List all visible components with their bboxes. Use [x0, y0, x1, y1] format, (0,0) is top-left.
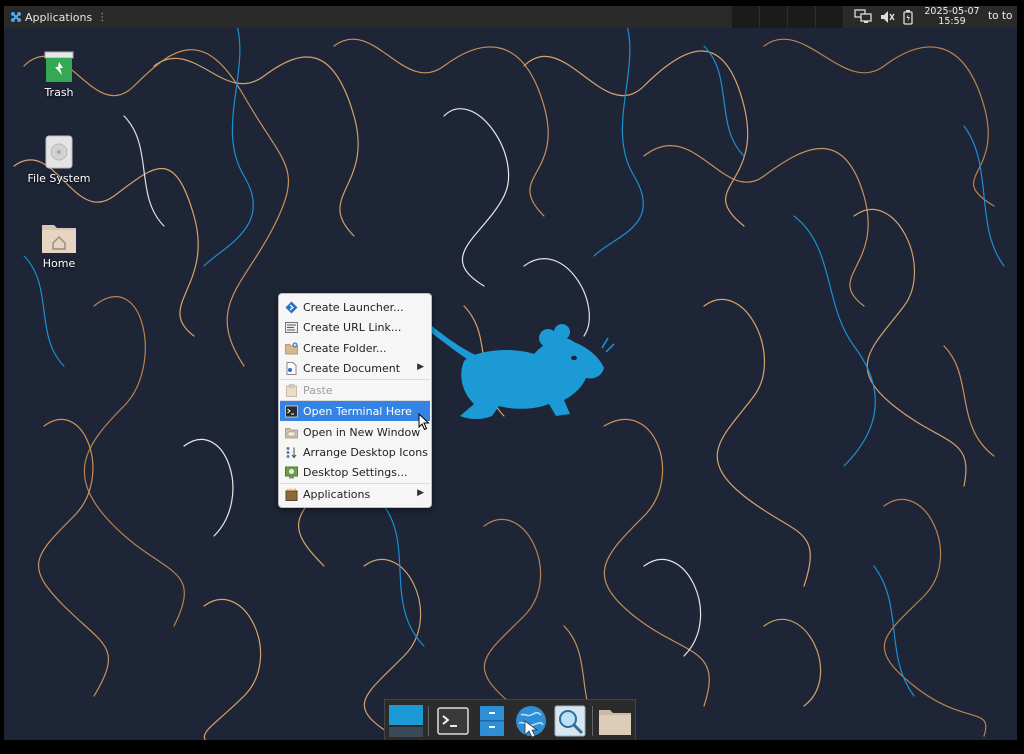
menu-item-open-terminal-here[interactable]: Open Terminal Here	[280, 401, 430, 421]
workspace-switcher[interactable]	[732, 6, 844, 28]
arrange-icon	[286, 446, 297, 458]
workspace-4[interactable]	[816, 6, 844, 28]
menu-item-create-folder[interactable]: Create Folder...	[280, 338, 430, 358]
panel-grip[interactable]: ⋮	[97, 12, 107, 23]
menu-item-open-in-new-window[interactable]: Open in New Window	[280, 422, 430, 442]
desktop-icon-trash[interactable]: Trash	[19, 48, 99, 99]
menu-item-label: Applications	[303, 487, 371, 501]
desktop-screen[interactable]: Applications ⋮ 2025-05-07 15:59 to to Tr…	[4, 6, 1017, 740]
clock-time: 15:59	[938, 16, 966, 27]
bottom-dock	[384, 699, 636, 740]
volume-muted-icon[interactable]	[879, 9, 895, 25]
desktop-settings-icon	[285, 466, 298, 478]
launcher-icon	[285, 301, 298, 313]
dock-separator	[428, 706, 429, 736]
desktop-icon-home[interactable]: Home	[19, 219, 99, 270]
url-link-icon	[285, 321, 298, 333]
menu-item-label: Create Document	[303, 361, 401, 375]
menu-item-label: Create Folder...	[303, 341, 387, 355]
menu-item-create-launcher[interactable]: Create Launcher...	[280, 297, 430, 317]
paste-icon	[286, 383, 297, 397]
menu-item-label: Create Launcher...	[303, 300, 404, 314]
menu-item-label: Open in New Window	[303, 425, 421, 439]
menu-item-label: Desktop Settings...	[303, 465, 408, 479]
submenu-arrow-icon: ▶	[417, 488, 424, 498]
system-tray	[854, 6, 914, 28]
folder-window-icon	[285, 427, 298, 438]
menu-item-create-document[interactable]: Create Document ▶	[280, 358, 430, 378]
drive-icon	[45, 135, 73, 169]
terminal-icon	[285, 405, 298, 417]
menu-item-create-url-link[interactable]: Create URL Link...	[280, 317, 430, 337]
submenu-arrow-icon: ▶	[417, 362, 424, 372]
menu-item-label: Create URL Link...	[303, 320, 402, 334]
panel-clock[interactable]: 2025-05-07 15:59	[922, 6, 982, 29]
workspace-3[interactable]	[788, 6, 816, 28]
web-browser-icon[interactable]	[513, 703, 549, 739]
folder-icon[interactable]	[597, 703, 633, 739]
menu-item-label: Arrange Desktop Icons	[303, 445, 428, 459]
menu-item-applications[interactable]: Applications ▶	[280, 484, 430, 504]
menu-item-desktop-settings[interactable]: Desktop Settings...	[280, 462, 430, 482]
terminal-icon[interactable]	[435, 703, 471, 739]
file-manager-icon[interactable]	[474, 703, 510, 739]
document-icon	[286, 361, 297, 375]
top-panel: Applications ⋮ 2025-05-07 15:59 to to	[4, 6, 1017, 28]
wallpaper	[4, 6, 1017, 740]
workspace-1[interactable]	[732, 6, 760, 28]
applications-label: Applications	[25, 10, 93, 24]
battery-icon[interactable]	[902, 9, 914, 25]
dock-separator	[592, 706, 593, 736]
desktop-icon-label: Home	[42, 257, 76, 270]
network-icon[interactable]	[854, 9, 872, 25]
menu-item-paste[interactable]: Paste	[280, 380, 430, 400]
menu-item-label: Paste	[303, 383, 333, 397]
show-desktop-icon[interactable]	[388, 703, 424, 739]
applications-icon	[285, 488, 298, 501]
home-folder-icon	[42, 225, 76, 253]
desktop-icon-label: Trash	[44, 86, 74, 99]
desktop-icon-label: File System	[27, 172, 91, 185]
applications-menu-button[interactable]: Applications ⋮	[6, 6, 111, 28]
app-finder-icon[interactable]	[552, 703, 588, 739]
workspace-2[interactable]	[760, 6, 788, 28]
trash-icon	[44, 51, 74, 82]
new-folder-icon	[285, 342, 298, 354]
xfce-logo-icon	[11, 12, 21, 22]
menu-item-arrange-desktop-icons[interactable]: Arrange Desktop Icons	[280, 442, 430, 462]
desktop-context-menu: Create Launcher... Create URL Link... Cr…	[278, 293, 432, 508]
desktop-icon-file-system[interactable]: File System	[19, 134, 99, 185]
mouse-cursor-icon	[418, 413, 430, 431]
menu-item-label: Open Terminal Here	[303, 404, 412, 418]
user-menu[interactable]: to to	[988, 10, 1012, 22]
